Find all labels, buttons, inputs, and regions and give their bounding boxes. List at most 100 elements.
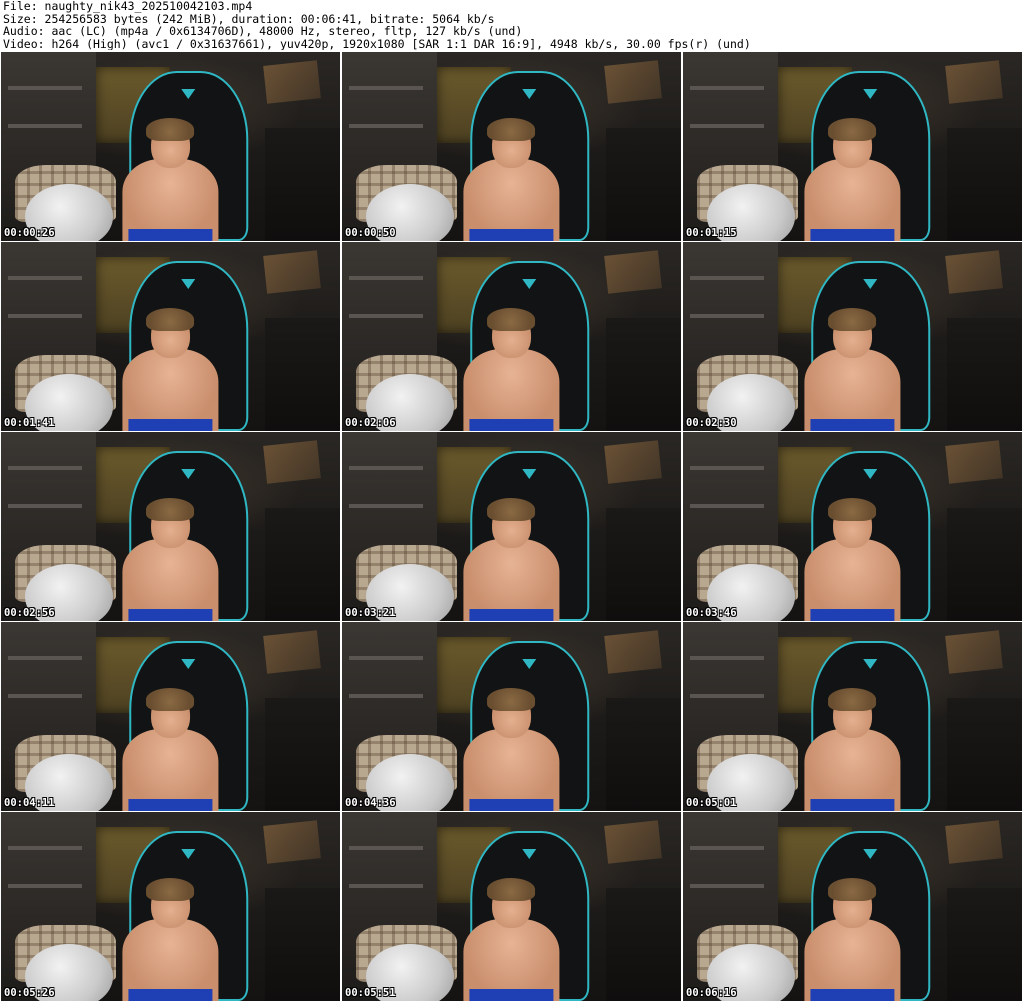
cabinet <box>947 887 1022 1001</box>
wall-poster <box>263 60 322 104</box>
cabinet <box>606 887 681 1001</box>
file-name-line: File: naughty_nik43_202510042103.mp4 <box>3 0 253 13</box>
shelf <box>348 276 424 281</box>
chair-logo-icon <box>522 89 537 100</box>
shelf <box>689 656 765 661</box>
shelf <box>348 313 424 318</box>
video-frame-thumbnail: 00:05:26 <box>1 812 340 1001</box>
shelf <box>348 86 424 91</box>
curly-hair <box>828 117 877 141</box>
cabinet <box>265 697 340 811</box>
curly-hair <box>828 497 877 521</box>
wall-poster <box>604 440 663 484</box>
shelf <box>348 656 424 661</box>
chair-logo-icon <box>181 849 196 860</box>
wall-poster <box>945 440 1004 484</box>
video-frame-thumbnail: 00:03:46 <box>683 432 1022 621</box>
wall-poster <box>945 820 1004 864</box>
cabinet <box>947 697 1022 811</box>
chair-logo-icon <box>863 849 878 860</box>
wall-poster <box>604 820 663 864</box>
frame-timestamp: 00:03:21 <box>345 607 396 619</box>
video-frame-thumbnail: 00:06:16 <box>683 812 1022 1001</box>
wall-poster <box>263 630 322 674</box>
frame-timestamp: 00:05:26 <box>4 987 55 999</box>
chair-logo-icon <box>863 659 878 670</box>
head <box>146 307 195 359</box>
shelf <box>689 276 765 281</box>
wall-poster <box>263 440 322 484</box>
curly-hair <box>828 877 877 901</box>
blue-shorts <box>810 989 895 1001</box>
video-frame-thumbnail: 00:03:21 <box>342 432 681 621</box>
person-figure <box>96 687 245 811</box>
head <box>828 307 877 359</box>
cabinet <box>265 887 340 1001</box>
shelf <box>7 656 83 661</box>
shelf <box>7 466 83 471</box>
shelf <box>689 466 765 471</box>
blue-shorts <box>469 989 554 1001</box>
person-figure <box>96 117 245 241</box>
shelf <box>7 123 83 128</box>
audio-info-line: Audio: aac (LC) (mp4a / 0x6134706D), 480… <box>3 25 523 38</box>
shelf <box>7 503 83 508</box>
person-figure <box>437 117 586 241</box>
chair-logo-icon <box>181 279 196 290</box>
frame-timestamp: 00:04:36 <box>345 797 396 809</box>
wall-poster <box>263 250 322 294</box>
frame-timestamp: 00:01:15 <box>686 227 737 239</box>
wall-poster <box>604 60 663 104</box>
curly-hair <box>146 687 195 711</box>
video-frame-thumbnail: 00:02:30 <box>683 242 1022 431</box>
head <box>146 117 195 169</box>
frame-timestamp: 00:05:01 <box>686 797 737 809</box>
head <box>487 307 536 359</box>
video-frame-thumbnail: 00:01:41 <box>1 242 340 431</box>
person-figure <box>778 687 927 811</box>
curly-hair <box>487 307 536 331</box>
frame-timestamp: 00:02:30 <box>686 417 737 429</box>
blue-shorts <box>469 799 554 811</box>
video-info-line: Video: h264 (High) (avc1 / 0x31637661), … <box>3 37 751 51</box>
frame-timestamp: 00:05:51 <box>345 987 396 999</box>
shelf <box>689 313 765 318</box>
video-frame-thumbnail: 00:00:26 <box>1 52 340 241</box>
thumbnail-grid: 00:00:26 00:00:50 00:01:15 00:01:41 00:0… <box>1 52 1023 1002</box>
chair-logo-icon <box>863 279 878 290</box>
file-size-line: Size: 254256583 bytes (242 MiB), duratio… <box>3 12 495 26</box>
shelf <box>348 693 424 698</box>
person-figure <box>778 497 927 621</box>
blue-shorts <box>128 799 213 811</box>
curly-hair <box>487 497 536 521</box>
frame-timestamp: 00:03:46 <box>686 607 737 619</box>
blue-shorts <box>128 229 213 241</box>
video-frame-thumbnail: 00:05:01 <box>683 622 1022 811</box>
curly-hair <box>487 687 536 711</box>
wall-poster <box>945 60 1004 104</box>
shelf <box>348 123 424 128</box>
shelf <box>7 883 83 888</box>
chair-logo-icon <box>181 89 196 100</box>
wall-poster <box>604 250 663 294</box>
frame-timestamp: 00:01:41 <box>4 417 55 429</box>
cabinet <box>265 127 340 241</box>
blue-shorts <box>128 419 213 431</box>
curly-hair <box>146 877 195 901</box>
shelf <box>7 86 83 91</box>
video-frame-thumbnail: 00:02:06 <box>342 242 681 431</box>
file-info-header: File: naughty_nik43_202510042103.mp4 Siz… <box>3 0 1021 50</box>
video-frame-thumbnail: 00:01:15 <box>683 52 1022 241</box>
curly-hair <box>146 117 195 141</box>
blue-shorts <box>469 229 554 241</box>
video-frame-thumbnail: 00:04:36 <box>342 622 681 811</box>
head <box>828 877 877 929</box>
frame-timestamp: 00:04:11 <box>4 797 55 809</box>
cabinet <box>265 317 340 431</box>
video-frame-thumbnail: 00:00:50 <box>342 52 681 241</box>
person-figure <box>96 877 245 1001</box>
frame-timestamp: 00:02:06 <box>345 417 396 429</box>
video-frame-thumbnail: 00:05:51 <box>342 812 681 1001</box>
head <box>487 117 536 169</box>
shelf <box>689 846 765 851</box>
